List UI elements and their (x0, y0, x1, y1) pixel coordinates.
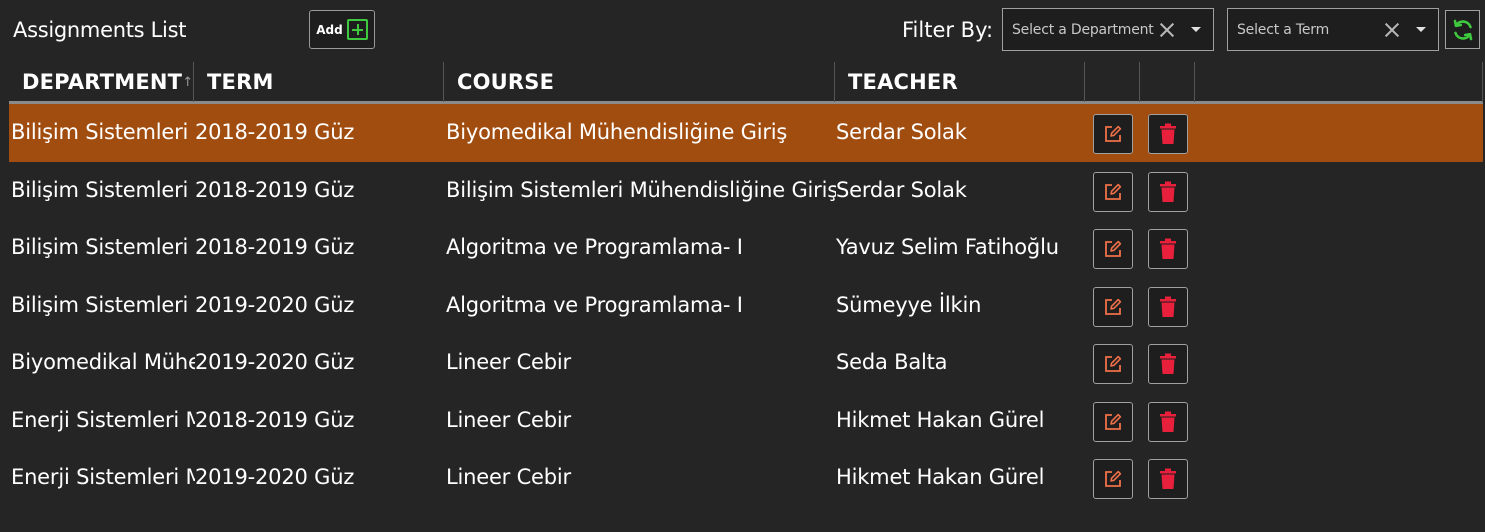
column-header-label: DEPARTMENT (22, 70, 183, 94)
cell-teacher: Serdar Solak (836, 177, 967, 202)
cell-department: Enerji Sistemleri Mühendisliği (11, 465, 195, 489)
column-header-label: TEACHER (848, 70, 958, 94)
add-button[interactable]: Add (309, 10, 375, 49)
edit-button[interactable] (1093, 401, 1133, 442)
column-header-delete (1140, 62, 1195, 102)
cell-term: 2019-2020 Güz (195, 292, 355, 317)
column-header-label: TERM (207, 70, 274, 94)
cell-course: Algoritma ve Programlama- I (446, 292, 743, 317)
delete-button[interactable] (1148, 459, 1188, 499)
delete-button[interactable] (1148, 114, 1188, 154)
term-select[interactable]: Select a Term (1227, 8, 1439, 51)
table-row[interactable]: Biyomedikal Mühendisliği 2019-2020 Güz L… (9, 334, 1483, 392)
cell-course: Bilişim Sistemleri Mühendisliğine Giriş (446, 177, 836, 202)
chevron-down-icon[interactable] (1416, 27, 1426, 32)
cell-term: 2018-2019 Güz (195, 177, 355, 202)
edit-button[interactable] (1093, 171, 1133, 212)
edit-icon (1105, 298, 1122, 315)
cell-teacher: Hikmet Hakan Gürel (836, 407, 1045, 432)
cell-teacher: Seda Balta (836, 350, 948, 374)
refresh-icon (1453, 19, 1472, 40)
column-header-term[interactable]: TERM (194, 62, 444, 102)
trash-icon (1160, 411, 1176, 432)
term-select-placeholder: Select a Term (1237, 21, 1330, 38)
column-header-filler (1195, 62, 1483, 102)
column-header-label: COURSE (457, 70, 555, 94)
cell-department: Enerji Sistemleri Mühendisliği (11, 407, 195, 432)
delete-button[interactable] (1148, 286, 1188, 327)
cell-term: 2019-2020 Güz (195, 350, 355, 374)
refresh-button[interactable] (1445, 10, 1480, 49)
cell-term: 2018-2019 Güz (195, 407, 355, 432)
cell-department: Bilişim Sistemleri Mühendisliği (11, 177, 195, 202)
cell-department: Biyomedikal Mühendisliği (11, 350, 195, 374)
cell-department: Bilişim Sistemleri Mühendisliği (11, 120, 195, 144)
toolbar: Assignments List Add Filter By: Select a… (0, 0, 1485, 60)
column-header-edit (1085, 62, 1140, 102)
department-select[interactable]: Select a Department (1002, 8, 1214, 51)
edit-icon (1105, 183, 1122, 200)
cell-course: Lineer Cebir (446, 350, 571, 374)
cell-teacher: Sümeyye İlkin (836, 292, 982, 317)
cell-teacher: Hikmet Hakan Gürel (836, 465, 1045, 489)
column-header-department[interactable]: DEPARTMENT↑ (9, 62, 194, 102)
cell-term: 2019-2020 Güz (195, 465, 355, 489)
page-title: Assignments List (13, 18, 187, 42)
sort-ascending-icon: ↑ (182, 75, 194, 90)
edit-icon (1105, 470, 1122, 487)
table-row[interactable]: Enerji Sistemleri Mühendisliği 2018-2019… (9, 392, 1483, 450)
edit-button[interactable] (1093, 229, 1133, 269)
assignments-table: DEPARTMENT↑ TERM COURSE TEACHER Bilişim … (9, 62, 1483, 507)
plus-square-icon (346, 19, 368, 40)
edit-button[interactable] (1093, 114, 1133, 154)
trash-icon (1160, 123, 1176, 144)
cell-course: Lineer Cebir (446, 465, 571, 489)
edit-button[interactable] (1093, 459, 1133, 499)
edit-button[interactable] (1093, 286, 1133, 327)
column-header-teacher[interactable]: TEACHER (835, 62, 1085, 102)
trash-icon (1160, 296, 1176, 317)
close-icon[interactable] (1157, 20, 1177, 40)
table-body: Bilişim Sistemleri Mühendisliği 2018-201… (9, 104, 1483, 507)
cell-course: Lineer Cebir (446, 407, 571, 432)
cell-term: 2018-2019 Güz (195, 235, 355, 259)
cell-course: Algoritma ve Programlama- I (446, 235, 743, 259)
cell-teacher: Yavuz Selim Fatihoğlu (836, 235, 1059, 259)
cell-course: Biyomedikal Mühendisliğine Giriş (446, 120, 788, 144)
edit-icon (1105, 240, 1122, 257)
chevron-down-icon[interactable] (1191, 27, 1201, 32)
delete-button[interactable] (1148, 229, 1188, 269)
edit-icon (1105, 413, 1122, 430)
delete-button[interactable] (1148, 171, 1188, 212)
filter-label: Filter By: (902, 18, 994, 42)
column-header-course[interactable]: COURSE (444, 62, 835, 102)
delete-button[interactable] (1148, 401, 1188, 442)
edit-button[interactable] (1093, 344, 1133, 384)
table-row[interactable]: Bilişim Sistemleri Mühendisliği 2018-201… (9, 219, 1483, 277)
delete-button[interactable] (1148, 344, 1188, 384)
edit-icon (1105, 125, 1122, 142)
department-select-placeholder: Select a Department (1012, 21, 1154, 38)
trash-icon (1160, 353, 1176, 374)
add-button-label: Add (316, 22, 343, 37)
cell-teacher: Serdar Solak (836, 120, 967, 144)
table-row[interactable]: Bilişim Sistemleri Mühendisliği 2019-202… (9, 277, 1483, 335)
trash-icon (1160, 181, 1176, 202)
table-row[interactable]: Enerji Sistemleri Mühendisliği 2019-2020… (9, 449, 1483, 507)
trash-icon (1160, 238, 1176, 259)
close-icon[interactable] (1382, 20, 1402, 40)
cell-department: Bilişim Sistemleri Mühendisliği (11, 235, 195, 259)
trash-icon (1160, 468, 1176, 489)
table-header: DEPARTMENT↑ TERM COURSE TEACHER (9, 62, 1483, 104)
table-row[interactable]: Bilişim Sistemleri Mühendisliği 2018-201… (9, 162, 1483, 220)
edit-icon (1105, 355, 1122, 372)
cell-term: 2018-2019 Güz (195, 120, 355, 144)
table-row[interactable]: Bilişim Sistemleri Mühendisliği 2018-201… (9, 104, 1483, 162)
cell-department: Bilişim Sistemleri Mühendisliği (11, 292, 195, 317)
